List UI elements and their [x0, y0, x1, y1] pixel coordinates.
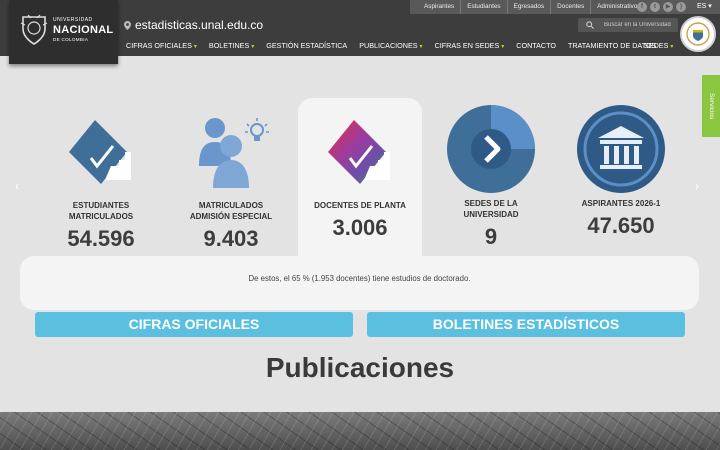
carousel-prev-icon[interactable]: ‹: [15, 180, 19, 192]
stat-label: ESTUDIANTES MATRICULADOS: [68, 201, 134, 221]
services-tab[interactable]: Servicios: [702, 75, 720, 137]
rss-icon[interactable]: ): [676, 2, 686, 12]
youtube-icon[interactable]: ▶: [663, 2, 673, 12]
stat-matriculados-admision-especial[interactable]: MATRICULADOS ADMISIÓN ESPECIAL 9.403: [180, 114, 282, 252]
info-text: De estos, el 65 % (1.953 docentes) tiene…: [248, 274, 471, 283]
stat-value: 3.006: [332, 215, 388, 240]
nav-cifras-oficiales[interactable]: CIFRAS OFICIALES ▾: [126, 40, 209, 53]
building-columns-icon: [577, 105, 665, 193]
stat-label: DOCENTES DE PLANTA: [314, 201, 406, 210]
stat-value: 54.596: [67, 226, 135, 251]
top-link-estudiantes[interactable]: Estudiantes: [461, 0, 508, 14]
nav-label: BOLETINES: [208, 41, 250, 50]
top-link-egresados[interactable]: Egresados: [508, 0, 552, 14]
nav-label: CIFRAS OFICIALES: [126, 41, 192, 50]
stat-aspirantes[interactable]: ASPIRANTES 2026-1 47.650: [566, 104, 676, 239]
stat-docentes-de-planta[interactable]: DOCENTES DE PLANTA 3.006: [306, 114, 414, 241]
stat-label: MATRICULADOS ADMISIÓN ESPECIAL: [189, 201, 273, 221]
location-pin-icon: [124, 20, 131, 30]
top-link-aspirantes[interactable]: Aspirantes: [418, 0, 462, 14]
boletines-estadisticos-button[interactable]: BOLETINES ESTADÍSTICOS: [367, 312, 685, 337]
social-icons: f t ▶ ): [637, 2, 686, 12]
stat-sedes-universidad[interactable]: SEDES DE LA UNIVERSIDAD 9: [442, 104, 540, 250]
chevron-down-icon: ▾: [193, 44, 197, 50]
nav-gestion-estadistica[interactable]: GESTIÓN ESTADÍSTICA: [266, 40, 359, 53]
people-idea-icon: [199, 118, 269, 188]
cifras-oficiales-button[interactable]: CIFRAS OFICIALES: [35, 312, 353, 337]
nav-publicaciones[interactable]: PUBLICACIONES ▾: [359, 40, 434, 53]
sedes-label: SEDES: [644, 41, 669, 50]
logo-line-2: NACIONAL: [53, 24, 114, 36]
stat-value: 9: [484, 224, 498, 249]
logo-text: UNIVERSIDAD NACIONAL DE COLOMBIA: [53, 18, 113, 43]
chevron-down-icon: ▾: [251, 44, 255, 50]
nav-boletines[interactable]: BOLETINES ▾: [209, 40, 266, 53]
info-panel: [20, 256, 699, 310]
nav-label: CIFRAS EN SEDES: [434, 41, 500, 50]
publications-banner-image: [0, 412, 720, 450]
logo-line-3: DE COLOMBIA: [53, 37, 89, 42]
stat-value: 47.650: [587, 213, 655, 238]
chevron-down-icon: ▾: [501, 44, 505, 50]
nav-contacto[interactable]: CONTACTO: [516, 40, 568, 53]
government-seal-icon[interactable]: [680, 16, 716, 52]
language-selector[interactable]: ES ▾: [697, 2, 712, 10]
seal-emblem-icon: [686, 22, 710, 46]
logo-line-1: UNIVERSIDAD: [53, 17, 93, 23]
url-text: estadisticas.unal.edu.co: [135, 18, 264, 32]
nav-label: PUBLICACIONES: [359, 41, 418, 50]
sedes-menu[interactable]: SEDES ▾: [644, 40, 673, 53]
twitter-icon[interactable]: t: [650, 2, 660, 12]
chevron-down-icon: ▾: [670, 44, 674, 50]
nav-cifras-en-sedes[interactable]: CIFRAS EN SEDES ▾: [435, 40, 517, 53]
stat-label: SEDES DE LA UNIVERSIDAD: [463, 199, 519, 219]
coat-of-arms-icon: [20, 14, 48, 45]
site-url[interactable]: estadisticas.unal.edu.co: [124, 18, 263, 32]
facebook-icon[interactable]: f: [637, 2, 647, 12]
top-link-docentes[interactable]: Docentes: [551, 0, 592, 14]
stat-label: ASPIRANTES 2026-1: [581, 199, 661, 208]
search-input[interactable]: [604, 22, 678, 28]
certificate-diamond-color-icon: [328, 120, 390, 184]
language-label: ES: [697, 3, 707, 10]
main-nav: CIFRAS OFICIALES ▾ BOLETINES ▾ GESTIÓN EST…: [126, 40, 668, 53]
search-box: [578, 18, 678, 32]
carousel-next-icon[interactable]: ›: [695, 180, 699, 192]
university-logo[interactable]: UNIVERSIDAD NACIONAL DE COLOMBIA: [9, 0, 118, 64]
stat-value: 9.403: [203, 226, 259, 251]
search-icon[interactable]: [586, 21, 594, 29]
top-links: Aspirantes Estudiantes Egresados Docente…: [418, 0, 647, 14]
certificate-diamond-icon: [69, 120, 131, 184]
stat-estudiantes-matriculados[interactable]: ESTUDIANTES MATRICULADOS 54.596: [46, 114, 156, 252]
chevron-right-circle-icon: [447, 105, 535, 193]
publications-heading: Publicaciones: [265, 352, 455, 383]
chevron-down-icon: ▾: [419, 44, 423, 50]
